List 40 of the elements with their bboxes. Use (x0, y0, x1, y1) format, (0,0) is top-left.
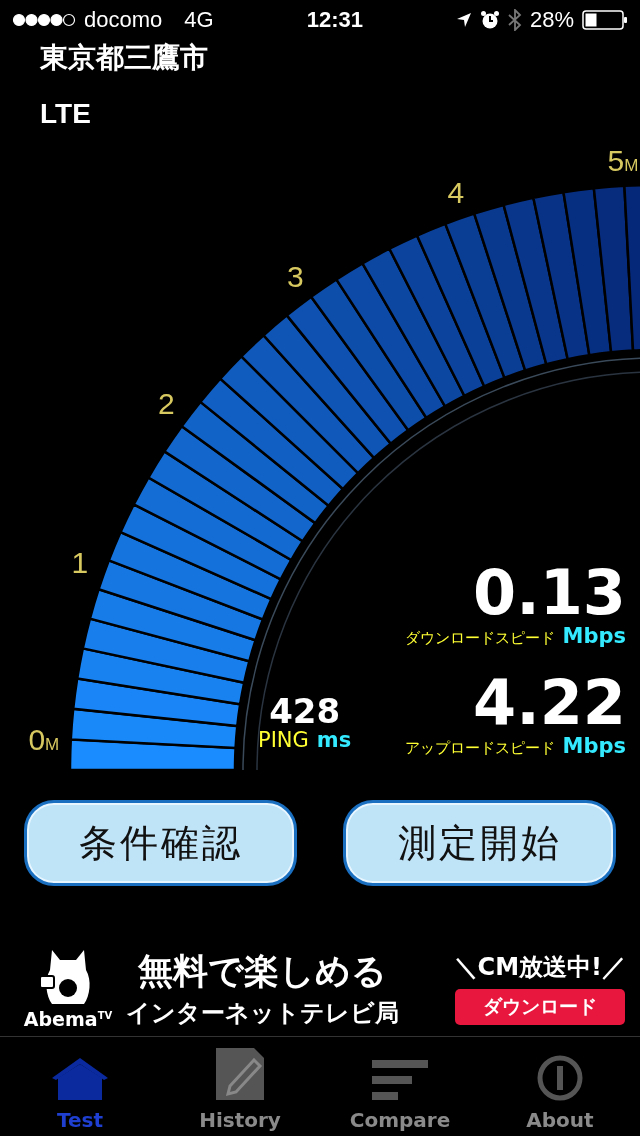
upload-unit: Mbps (562, 734, 626, 758)
tick-label: 5M (607, 150, 639, 177)
alarm-clock-icon (479, 10, 500, 30)
clock-time: 12:31 (306, 7, 363, 33)
tick-label: 4 (447, 176, 465, 210)
download-speed-value: 0.13 (473, 562, 626, 624)
notepad-pencil-icon (214, 1046, 266, 1102)
info-icon (536, 1054, 584, 1102)
tab[interactable]: About (480, 1037, 640, 1136)
location-label: 東京都三鷹市 (40, 41, 209, 75)
action-button[interactable]: 条件確認 (24, 800, 297, 886)
download-speed-label: ダウンロードスピード (404, 629, 555, 648)
download-button[interactable]: ダウンロード (454, 989, 625, 1025)
upload-speed-label: アップロードスピード (404, 739, 555, 758)
location-arrow-icon (455, 12, 472, 28)
battery-icon (582, 10, 628, 30)
ping-unit: ms (316, 728, 352, 752)
connection-type: LTE (40, 97, 92, 131)
house-icon (50, 1056, 110, 1102)
tick-label: 3 (286, 259, 304, 293)
tick-label: 2 (157, 386, 175, 420)
ping-label: PING (258, 728, 309, 752)
action-button[interactable]: 測定開始 (343, 800, 616, 886)
download-unit: Mbps (562, 624, 626, 648)
tab[interactable]: History (160, 1037, 320, 1136)
ping-value: 428 (269, 694, 341, 728)
bars-icon (372, 1058, 428, 1102)
tab[interactable]: Compare (320, 1037, 480, 1136)
ad-headline: 無料で楽しめる (138, 949, 387, 993)
signal-icon (12, 13, 76, 27)
carrier-name: docomo (84, 7, 163, 33)
network-type: 4G (184, 7, 214, 33)
tick-label: 0M (28, 722, 60, 756)
battery-percent: 28% (529, 7, 574, 33)
bluetooth-icon (507, 9, 522, 31)
ad-tagline: ＼CM放送中!／ (453, 952, 626, 983)
upload-speed-value: 4.22 (473, 672, 626, 734)
ad-subline: インターネットテレビ局 (126, 997, 399, 1029)
tick-label: 1 (71, 545, 89, 579)
brand-name: Abema$^{TV}$ (23, 1008, 113, 1030)
